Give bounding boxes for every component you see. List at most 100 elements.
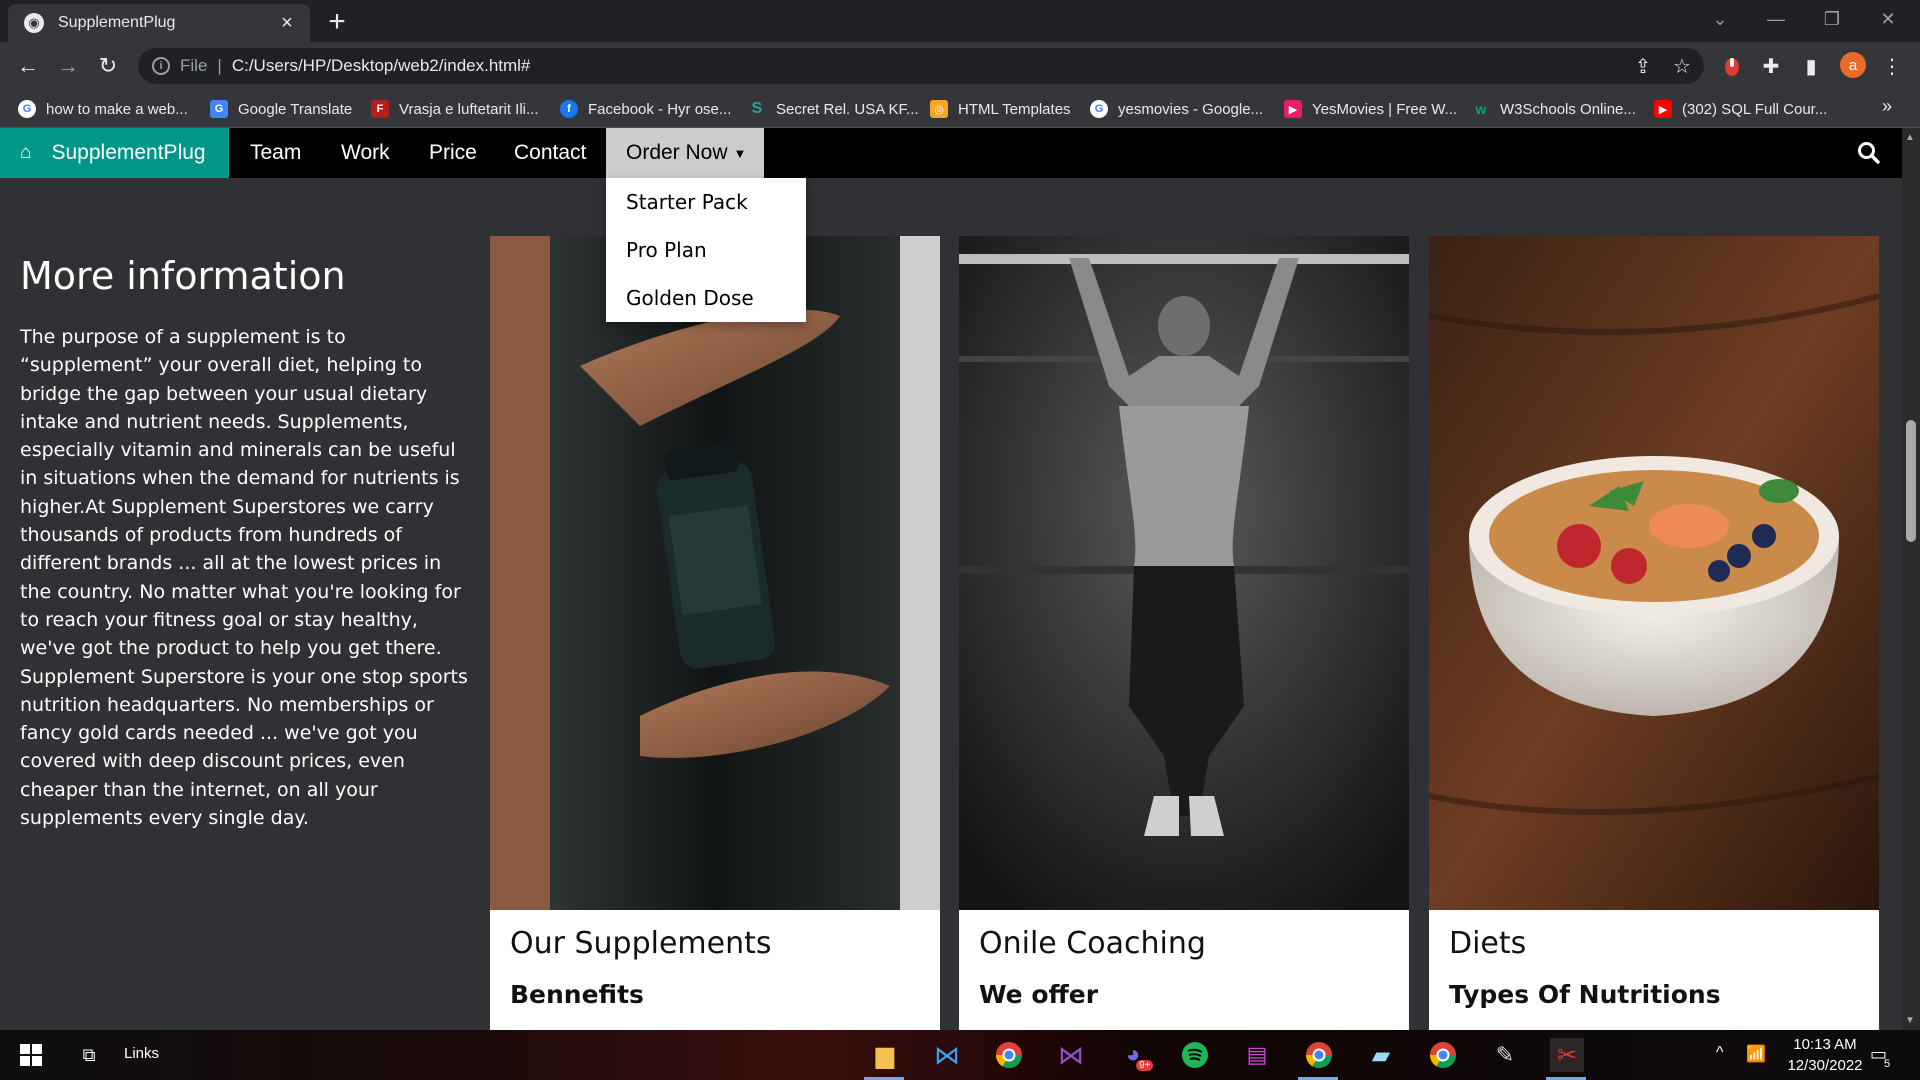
show-hidden-icons-icon[interactable]: ^ <box>1716 1044 1724 1062</box>
visual-studio-icon[interactable]: ⋈ <box>1054 1038 1088 1072</box>
translate-icon: G <box>210 100 228 118</box>
fruit-bowl-photo <box>1429 236 1879 910</box>
card-subtitle: We offer <box>979 980 1099 1009</box>
bookmark-label: YesMovies | Free W... <box>1312 100 1458 118</box>
clock-date: 12/30/2022 <box>1787 1057 1863 1074</box>
pullup-athlete-photo <box>959 236 1409 910</box>
notepad-icon[interactable]: ▰ <box>1364 1038 1398 1072</box>
s-logo-icon: S <box>748 100 766 118</box>
restore-button[interactable]: ❐ <box>1804 0 1860 38</box>
profile-avatar[interactable]: a <box>1840 52 1866 78</box>
spotify-icon[interactable] <box>1178 1038 1212 1072</box>
dropdown-item-golden-dose[interactable]: Golden Dose <box>606 274 806 322</box>
extensions-puzzle-icon[interactable]: ✚ <box>1755 50 1787 82</box>
side-panel-icon[interactable]: ▮ <box>1795 50 1827 82</box>
tab-close-icon[interactable]: × <box>276 12 298 35</box>
brand-link[interactable]: ⌂ SupplementPlug <box>0 128 229 178</box>
html-templates-icon: ◎ <box>930 100 948 118</box>
extension-hand-icon[interactable] <box>1716 50 1748 82</box>
w3schools-icon: w <box>1472 100 1490 118</box>
minimize-button[interactable]: — <box>1748 0 1804 38</box>
web-page: ⌂ SupplementPlug Team Work Price Contact… <box>0 128 1902 1030</box>
scheme-label: File <box>180 56 208 75</box>
clock[interactable]: 10:13 AM 12/30/2022 <box>1770 1034 1880 1076</box>
order-now-dropdown-button[interactable]: Order Now ▼ <box>606 128 764 178</box>
bookmark-label: W3Schools Online... <box>1500 100 1636 118</box>
f-letter-icon: F <box>371 100 389 118</box>
caret-down-icon: ▼ <box>733 145 747 161</box>
taskbar-links-label[interactable]: Links <box>124 1045 159 1062</box>
info-heading: More information <box>20 254 346 298</box>
wifi-icon[interactable]: 📶 <box>1746 1044 1766 1064</box>
tab-search-chevron-icon[interactable]: ⌄ <box>1692 0 1748 38</box>
bookmark-label: Google Translate <box>238 100 353 118</box>
file-explorer-icon[interactable]: ▆ <box>868 1038 902 1072</box>
bookmark-item[interactable]: f Facebook - Hyr ose... <box>560 98 731 120</box>
watermark-title: Activate Windows <box>1554 924 1752 952</box>
paint-icon[interactable]: ✎ <box>1488 1038 1522 1072</box>
dropdown-item-pro-plan[interactable]: Pro Plan <box>606 226 806 274</box>
url-text[interactable]: C:/Users/HP/Desktop/web2/index.html# <box>232 56 531 76</box>
bookmark-star-icon[interactable]: ☆ <box>1666 50 1698 82</box>
address-bar[interactable]: i File | C:/Users/HP/Desktop/web2/index.… <box>138 48 1704 84</box>
bookmark-item[interactable]: Gyesmovies - Google... <box>1090 98 1263 120</box>
bookmark-label: yesmovies - Google... <box>1118 100 1264 118</box>
address-separator: | <box>217 56 222 75</box>
browser-tab[interactable]: ◉ SupplementPlug × <box>8 4 310 42</box>
reload-icon[interactable]: ↻ <box>92 50 124 82</box>
card-diets[interactable]: Diets Types Of Nutritions <box>1429 236 1879 1030</box>
windows-taskbar: ⧉ Links ▆ ⋈ ⋈ ◕ 9+ ▤ ▰ ✎ ✂ ^ 📶 10:13 AM … <box>0 1030 1920 1080</box>
bookmark-item[interactable]: ▶ YesMovies | Free W... <box>1284 98 1457 120</box>
nav-team[interactable]: Team <box>250 128 301 178</box>
bookmark-label: (302) SQL Full Cour... <box>1682 100 1828 118</box>
windows-activation-watermark: Activate Windows Go to Settings to activ… <box>1554 924 1822 979</box>
search-icon[interactable] <box>1856 140 1882 166</box>
play-icon: ▶ <box>1284 100 1302 118</box>
bookmark-label: HTML Templates <box>958 100 1071 118</box>
forward-arrow-icon[interactable]: → <box>52 50 84 82</box>
page-scrollbar[interactable]: ▲ ▼ <box>1902 128 1920 1030</box>
vscode-icon[interactable]: ⋈ <box>930 1038 964 1072</box>
nav-price[interactable]: Price <box>429 128 477 178</box>
card-supplements[interactable]: Our Supplements Bennefits <box>490 236 940 1030</box>
windows-start-icon[interactable] <box>14 1038 48 1072</box>
scroll-down-arrow-icon[interactable]: ▼ <box>1905 1015 1915 1026</box>
chrome-alt-icon[interactable] <box>1426 1038 1460 1072</box>
bookmark-item[interactable]: Ghow to make a web... <box>18 98 188 120</box>
site-info-icon[interactable]: i <box>152 57 170 75</box>
bookmark-item[interactable]: S Secret Rel. USA KF... <box>748 98 919 120</box>
chrome-profile-icon[interactable] <box>1302 1038 1336 1072</box>
card-title: Diets <box>1449 926 1527 961</box>
bookmark-label: Facebook - Hyr ose... <box>588 100 732 118</box>
close-window-button[interactable]: ✕ <box>1860 0 1916 38</box>
new-tab-button[interactable]: + <box>322 6 352 38</box>
more-bookmarks-icon[interactable]: » <box>1882 96 1892 117</box>
bookmark-item[interactable]: ▶ (302) SQL Full Cour... <box>1654 98 1827 120</box>
bookmark-item[interactable]: ◎ HTML Templates <box>930 98 1071 120</box>
brand-name: SupplementPlug <box>51 141 206 164</box>
snipping-tool-icon[interactable]: ✂ <box>1550 1038 1584 1072</box>
task-view-icon[interactable]: ⧉ <box>72 1038 106 1072</box>
bookmark-label: Secret Rel. USA KF... <box>776 100 919 118</box>
app-window-icon[interactable]: ▤ <box>1240 1038 1274 1072</box>
nav-work[interactable]: Work <box>341 128 390 178</box>
scrollbar-thumb[interactable] <box>1906 420 1916 542</box>
bookmark-item[interactable]: w W3Schools Online... <box>1472 98 1636 120</box>
card-coaching[interactable]: Onile Coaching We offer <box>959 236 1409 1030</box>
bookmark-item[interactable]: F Vrasja e luftetarit Ili... <box>371 98 539 120</box>
site-navbar: ⌂ SupplementPlug Team Work Price Contact… <box>0 128 1902 178</box>
back-arrow-icon[interactable]: ← <box>12 50 44 82</box>
scroll-up-arrow-icon[interactable]: ▲ <box>1905 132 1915 143</box>
card-subtitle: Bennefits <box>510 980 644 1009</box>
chrome-icon[interactable] <box>992 1038 1026 1072</box>
nav-contact[interactable]: Contact <box>514 128 586 178</box>
browser-menu-icon[interactable]: ⋮ <box>1876 50 1908 82</box>
bookmarks-bar: Ghow to make a web... G Google Translate … <box>0 90 1920 128</box>
bookmark-label: how to make a web... <box>46 100 188 118</box>
card-title: Onile Coaching <box>979 926 1206 961</box>
bookmark-item[interactable]: G Google Translate <box>210 98 352 120</box>
watermark-subtitle: Go to Settings to activate Windows. <box>1554 959 1823 978</box>
card-subtitle: Types Of Nutritions <box>1449 980 1721 1009</box>
dropdown-item-starter-pack[interactable]: Starter Pack <box>606 178 806 226</box>
share-icon[interactable]: ⇪ <box>1627 50 1659 82</box>
